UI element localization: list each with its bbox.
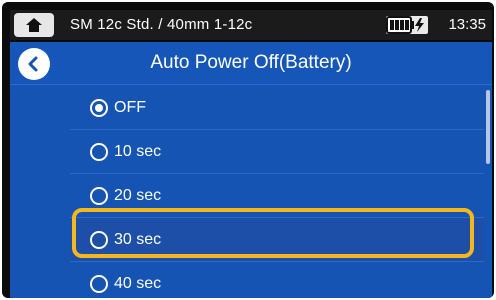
option-label: OFF	[114, 98, 146, 116]
scrollbar[interactable]	[486, 90, 490, 164]
option-label: 30 sec	[114, 230, 162, 248]
settings-screen: Auto Power Off(Battery) OFF 10 sec 20 se…	[10, 42, 492, 298]
option-list: OFF 10 sec 20 sec 30 sec 40 sec	[70, 86, 484, 298]
status-title: SM 12c Std. / 40mm 1-12c	[70, 16, 253, 33]
device-frame: SM 12c Std. / 40mm 1-12c 13:35 Auto Powe…	[2, 2, 494, 298]
radio-icon	[90, 274, 108, 293]
status-bar: SM 12c Std. / 40mm 1-12c 13:35	[10, 10, 492, 40]
option-off[interactable]: OFF	[70, 86, 484, 130]
radio-selected-icon	[90, 98, 108, 117]
battery-charging-icon	[386, 16, 428, 34]
screen-title: Auto Power Off(Battery)	[150, 52, 352, 73]
option-30-sec[interactable]: 30 sec	[70, 218, 484, 262]
home-icon	[26, 18, 42, 32]
radio-icon	[90, 186, 108, 205]
radio-icon	[90, 142, 108, 161]
option-20-sec[interactable]: 20 sec	[70, 174, 484, 218]
home-button[interactable]	[14, 13, 54, 37]
radio-icon	[90, 230, 108, 249]
option-10-sec[interactable]: 10 sec	[70, 130, 484, 174]
option-label: 10 sec	[114, 142, 162, 160]
option-40-sec[interactable]: 40 sec	[70, 262, 484, 298]
screen-header: Auto Power Off(Battery)	[10, 42, 492, 85]
option-label: 40 sec	[114, 274, 162, 292]
option-label: 20 sec	[114, 186, 162, 204]
clock-time: 13:35	[448, 16, 486, 33]
